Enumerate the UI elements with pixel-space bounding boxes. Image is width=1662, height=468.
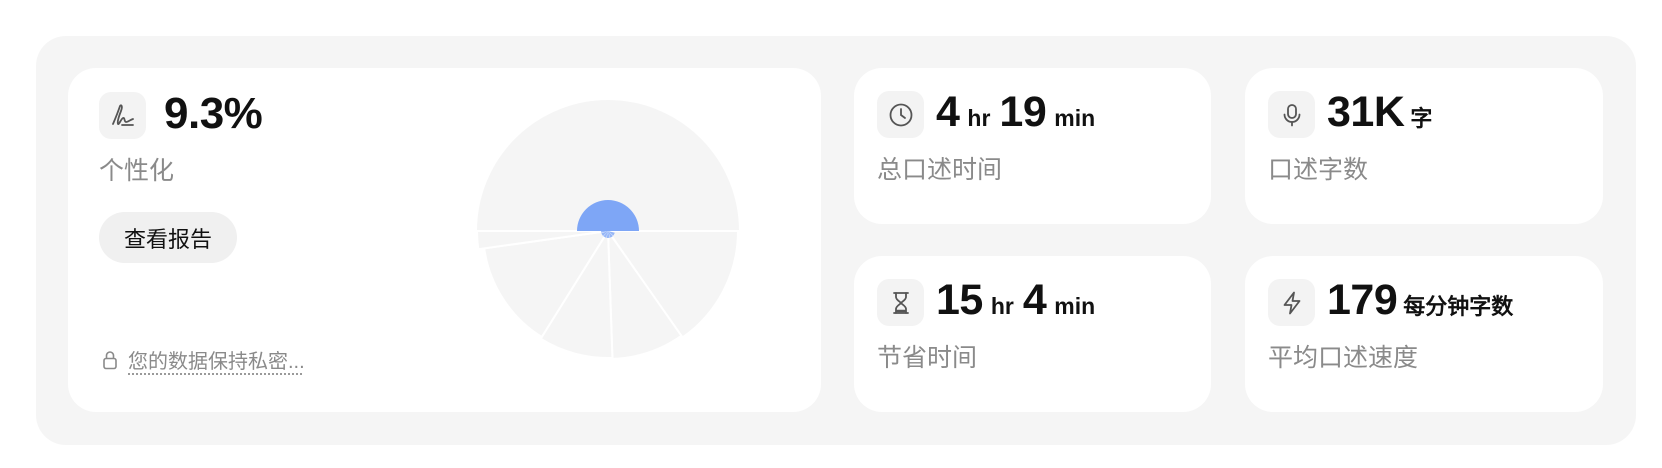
privacy-note: 您的数据保持私密...	[102, 345, 305, 374]
word-count-number: 31K	[1327, 88, 1405, 136]
time-saved-card: 15 hr 4 min 节省时间	[854, 256, 1211, 412]
time-saved-label: 节省时间	[877, 344, 978, 372]
total-time-value: 4 hr 19 min	[936, 88, 1104, 137]
word-count-unit: 字	[1410, 106, 1433, 131]
time-saved-hours: 15	[936, 276, 983, 324]
microphone-icon	[1268, 91, 1315, 138]
hourglass-icon	[877, 279, 924, 326]
personalization-percent: 9.3%	[164, 89, 263, 138]
word-count-card: 31K 字 口述字数	[1245, 68, 1603, 224]
avg-speed-unit: 每分钟字数	[1403, 294, 1514, 319]
personalization-value: 9.3%	[164, 89, 263, 139]
total-time-card: 4 hr 19 min 总口述时间	[854, 68, 1211, 224]
total-time-minutes-unit: min	[1054, 105, 1096, 131]
personalization-pie-chart	[474, 98, 742, 360]
time-saved-minutes: 4	[1022, 276, 1047, 324]
time-saved-minutes-unit: min	[1054, 293, 1096, 319]
total-time-hours: 4	[936, 88, 960, 136]
avg-speed-value: 179 每分钟字数	[1327, 276, 1513, 325]
word-count-value: 31K 字	[1327, 88, 1432, 137]
time-saved-value: 15 hr 4 min	[936, 276, 1104, 325]
view-report-button[interactable]: 查看报告	[99, 212, 237, 263]
signature-icon	[99, 92, 146, 139]
avg-speed-number: 179	[1327, 276, 1398, 324]
total-time-minutes: 19	[999, 88, 1047, 136]
time-saved-hours-unit: hr	[990, 293, 1014, 319]
personalization-label: 个性化	[99, 157, 175, 185]
total-time-label: 总口述时间	[877, 156, 1003, 184]
avg-speed-card: 179 每分钟字数 平均口述速度	[1245, 256, 1603, 412]
avg-speed-label: 平均口述速度	[1268, 344, 1419, 372]
stats-panel: 9.3% 个性化 查看报告 您的数据保持私密... 4 hr 19 min 总口…	[36, 36, 1636, 445]
total-time-hours-unit: hr	[967, 105, 991, 131]
clock-icon	[877, 91, 924, 138]
lock-icon	[103, 350, 117, 369]
lightning-icon	[1268, 279, 1315, 326]
word-count-label: 口述字数	[1268, 156, 1369, 184]
personalization-card: 9.3% 个性化 查看报告 您的数据保持私密...	[68, 68, 821, 412]
privacy-link[interactable]: 您的数据保持私密...	[128, 345, 305, 374]
